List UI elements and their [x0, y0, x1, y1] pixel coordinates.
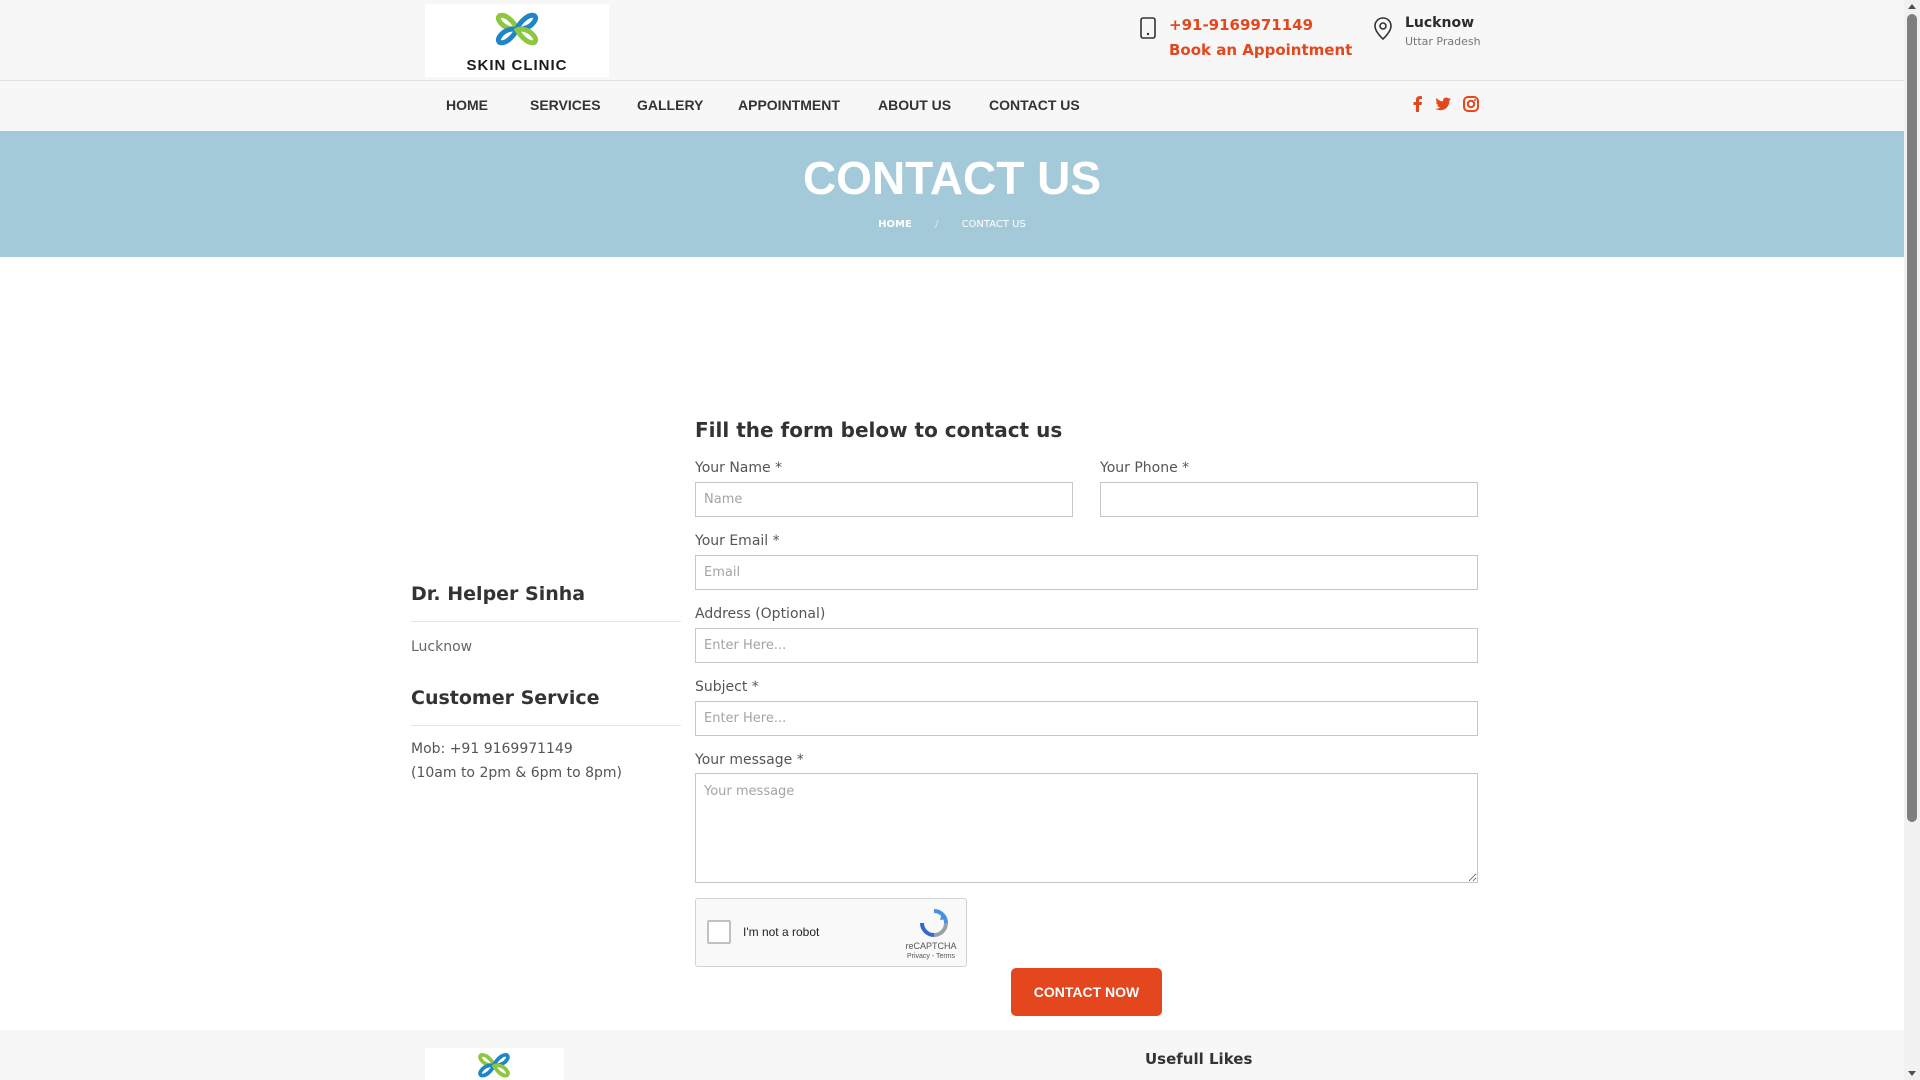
recaptcha-privacy-terms[interactable]: Privacy - Terms [896, 953, 966, 960]
scrollbar-thumb[interactable] [1907, 14, 1917, 822]
recaptcha-checkbox[interactable] [707, 920, 731, 944]
location-pin-icon [1374, 17, 1392, 41]
clinic-logo-icon [478, 1053, 510, 1078]
instagram-icon[interactable] [1462, 95, 1480, 113]
message-label: Your message * [695, 752, 804, 768]
customer-service-title: Customer Service [411, 687, 600, 709]
nav-services[interactable]: SERVICES [530, 97, 601, 113]
contact-now-button[interactable]: CONTACT NOW [1011, 968, 1162, 1016]
facebook-icon[interactable] [1409, 95, 1427, 113]
email-label: Your Email * [695, 533, 780, 549]
nav-gallery[interactable]: GALLERY [637, 97, 703, 113]
name-input[interactable] [695, 482, 1073, 517]
breadcrumb-separator: / [935, 219, 939, 230]
logo-text: SKIN CLINIC [466, 57, 568, 74]
book-appointment-link[interactable]: Book an Appointment [1169, 41, 1352, 59]
top-header: SKIN CLINIC +91-9169971149 Book an Appoi… [0, 0, 1904, 81]
main-nav: HOME SERVICES GALLERY APPOINTMENT ABOUT … [0, 81, 1904, 131]
divider [411, 621, 681, 622]
page-title: CONTACT US [802, 152, 1102, 204]
nav-home[interactable]: HOME [446, 97, 488, 113]
recaptcha-icon [920, 909, 948, 937]
site-logo[interactable]: SKIN CLINIC [425, 4, 609, 77]
location-city: Lucknow [1405, 15, 1475, 31]
header-phone-link[interactable]: +91-9169971149 [1169, 16, 1313, 34]
nav-about-us[interactable]: ABOUT US [878, 97, 951, 113]
mobile-phone-icon [1140, 17, 1156, 39]
phone-input[interactable] [1100, 482, 1478, 517]
doctor-name: Dr. Helper Sinha [411, 583, 586, 605]
nav-contact-us[interactable]: CONTACT US [989, 97, 1080, 113]
customer-service-hours: (10am to 2pm & 6pm to 8pm) [411, 765, 622, 781]
breadcrumb: HOME / CONTACT US [0, 219, 1904, 230]
footer-logo[interactable] [425, 1048, 564, 1080]
message-textarea[interactable] [695, 773, 1478, 883]
email-input[interactable] [695, 555, 1478, 590]
subject-input[interactable] [695, 701, 1478, 736]
scroll-down-arrow-icon[interactable] [1908, 1071, 1916, 1076]
address-input[interactable] [695, 628, 1478, 663]
scroll-up-arrow-icon[interactable] [1908, 4, 1916, 9]
form-heading: Fill the form below to contact us [695, 418, 1063, 442]
page-scrollbar[interactable] [1904, 0, 1920, 1080]
twitter-icon[interactable] [1434, 95, 1452, 113]
breadcrumb-current: CONTACT US [961, 219, 1026, 230]
footer: Usefull Likes [0, 1030, 1904, 1080]
clinic-logo-icon [496, 12, 538, 46]
page-hero-banner: CONTACT US HOME / CONTACT US [0, 131, 1904, 257]
doctor-city: Lucknow [411, 639, 473, 655]
location-state: Uttar Pradesh [1405, 35, 1481, 48]
name-label: Your Name * [695, 460, 783, 476]
address-label: Address (Optional) [695, 606, 826, 622]
divider [411, 725, 681, 726]
recaptcha-widget: I'm not a robot reCAPTCHA Privacy - Term… [695, 898, 967, 967]
recaptcha-brand: reCAPTCHA [905, 941, 957, 951]
customer-service-mobile: Mob: +91 9169971149 [411, 741, 573, 757]
recaptcha-label: I'm not a robot [743, 925, 820, 939]
phone-label: Your Phone * [1100, 460, 1190, 476]
subject-label: Subject * [695, 679, 759, 695]
footer-links-heading: Usefull Likes [1145, 1050, 1253, 1068]
breadcrumb-home[interactable]: HOME [878, 219, 912, 230]
nav-appointment[interactable]: APPOINTMENT [738, 97, 840, 113]
